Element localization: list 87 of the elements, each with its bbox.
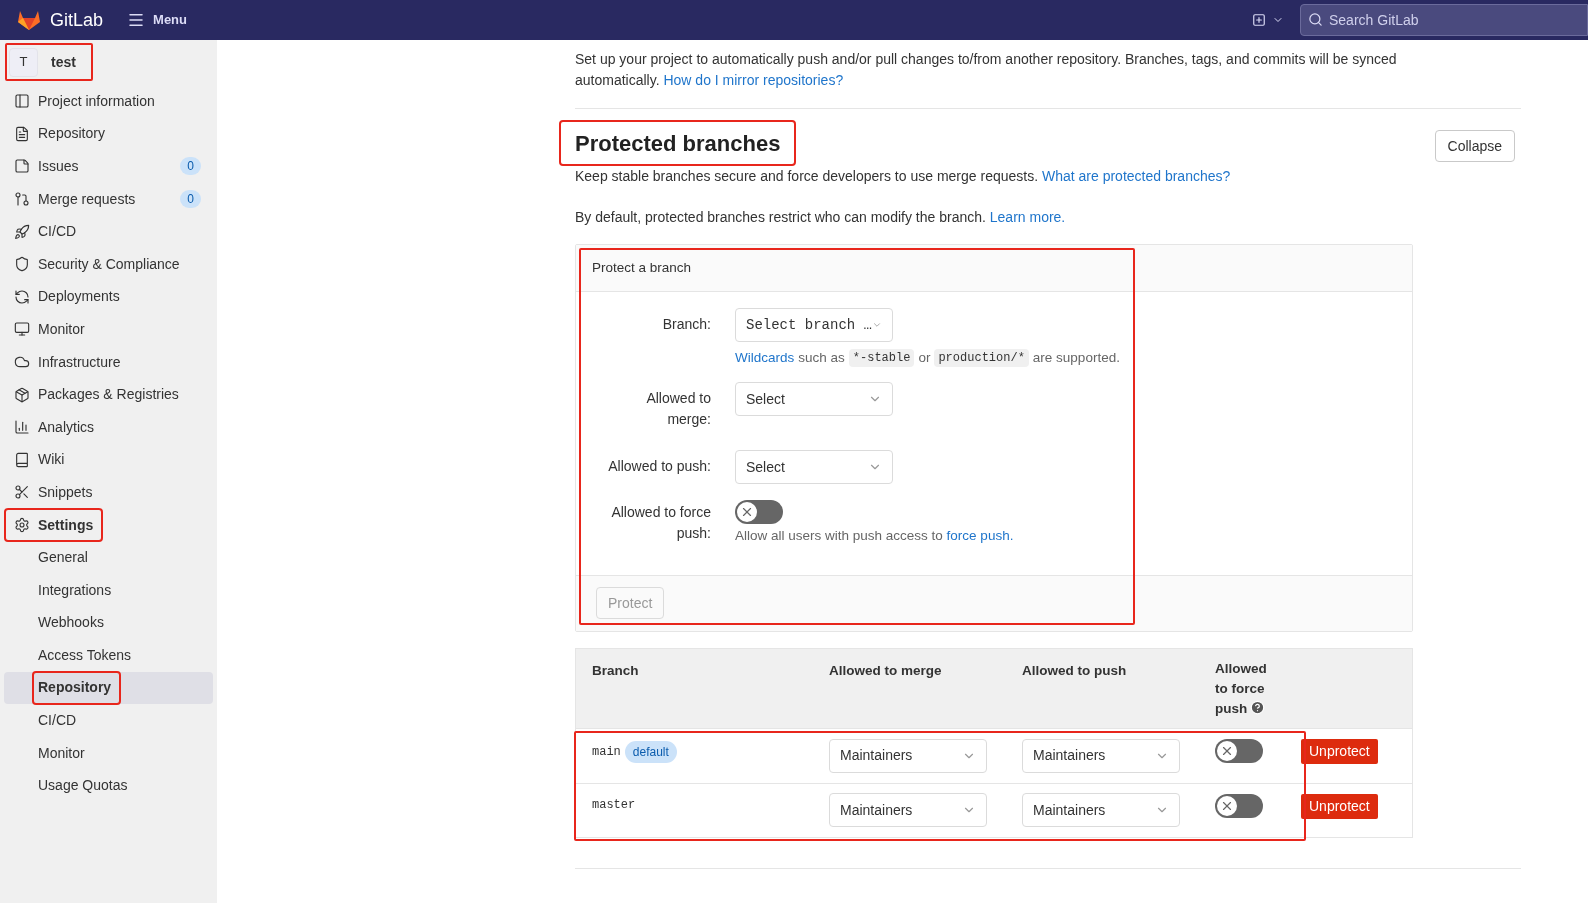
sidebar-item[interactable]: Repository [6,118,113,149]
field-label: Branch: [661,315,711,334]
count-badge: 0 [180,190,201,209]
search-field[interactable]: Search GitLab [1300,4,1588,36]
code-snippet: *-stable [848,349,915,368]
description-text: Set up your project to automatically push and/or pull changes to/from another repository. Branches, tags, and commits will be synced automatically. How do I mirror repositories? [575,50,1398,90]
help-link[interactable]: Learn more. [989,209,1066,225]
sidebar-item[interactable]: Monitor [6,314,93,345]
select-dropdown[interactable]: Maintainers [1022,793,1180,827]
default-badge: default [624,740,677,763]
branch-name: main [592,743,621,761]
toggle-switch[interactable] [735,500,783,525]
help-text: are supported. [1032,349,1120,367]
brand-name[interactable]: GitLab [50,6,104,34]
help-link[interactable]: What are protected branches? [1041,168,1231,184]
sidebar-item[interactable]: Issues [6,151,87,182]
nav-icon [14,386,30,403]
select-dropdown[interactable]: Maintainers [829,793,987,827]
column-header: Allowed to force push [1215,659,1268,718]
note-text: By default, protected branches restrict who can modify the branch. Learn more. [575,208,1067,227]
sidebar-item[interactable]: Packages & Registries [6,379,187,410]
help-icon[interactable] [1250,700,1266,716]
sidebar-item[interactable]: Deployments [6,281,128,312]
field-label: Allowed to merge: [645,389,711,430]
column-header: Allowed to push [1022,661,1128,680]
project-avatar: T [9,47,38,77]
section-title: Protected branches [561,122,795,164]
select-dropdown[interactable]: Select branch … [735,308,893,342]
count-badge: 0 [180,157,201,176]
nav-icon [14,223,30,240]
sidebar-item[interactable]: Merge requests [6,184,144,215]
select-dropdown[interactable]: Select [735,382,893,417]
wildcards-link[interactable]: Wildcards [735,348,795,369]
nav-icon [14,158,30,175]
field-label: Allowed to push: [607,457,711,477]
nav-icon [14,256,30,273]
help-text: such as [798,349,845,367]
fox-logo-icon[interactable] [17,9,41,31]
sidebar-item[interactable]: Wiki [6,444,73,475]
column-header: Allowed to merge [829,661,943,680]
sidebar-item[interactable]: Access Tokens [34,640,140,671]
branch-name: master [592,796,636,814]
sidebar-item[interactable]: Project information [6,86,163,117]
nav-icon [14,288,30,305]
select-dropdown[interactable]: Maintainers [1022,738,1180,773]
new-item-button[interactable] [1252,13,1284,27]
sidebar-item[interactable]: Integrations [34,575,120,606]
field-label: Allowed to force push: [610,503,711,544]
sidebar-item[interactable]: General [34,542,96,573]
nav-icon [14,451,30,468]
menu-icon [127,11,146,29]
sidebar-item[interactable]: Webhooks [34,607,112,638]
code-snippet: production/* [934,349,1029,368]
nav-icon [14,321,30,338]
nav-icon [14,484,30,501]
menu-button[interactable]: Menu [127,10,187,30]
force-push-link[interactable]: force push. [946,528,1014,544]
help-text: Allow all users with push access to [735,528,943,544]
sidebar-item[interactable]: Usage Quotas [34,770,136,801]
toggle-switch[interactable] [1215,738,1263,763]
nav-icon [14,93,30,110]
project-header[interactable]: T test [5,43,93,81]
select-dropdown[interactable]: Select [735,450,893,485]
description-text: Keep stable branches secure and force developers to use merge requests. What are protected branches? [575,167,1232,186]
sidebar-item[interactable]: CI/CD [6,216,85,247]
nav-icon [14,419,30,436]
sidebar-item[interactable]: CI/CD [34,705,85,736]
collapse-button[interactable]: Collapse [1434,130,1515,162]
card-title: Protect a branch [592,258,692,277]
sidebar-item[interactable]: Monitor [34,738,93,769]
sidebar-item[interactable]: Infrastructure [6,347,129,378]
sidebar-item[interactable]: Snippets [6,477,101,508]
nav-icon [14,517,30,533]
help-text: or [918,349,931,367]
column-header: Branch [591,661,640,680]
sidebar-item[interactable]: Settings [6,510,102,540]
toggle-switch[interactable] [1215,793,1263,818]
select-dropdown[interactable]: Maintainers [829,738,987,773]
unprotect-button[interactable]: Unprotect [1301,793,1378,819]
nav-icon [14,191,30,208]
search-icon [1308,12,1323,27]
plus-icon [1252,13,1266,27]
nav-icon [14,125,30,142]
help-link[interactable]: How do I mirror repositories? [663,72,844,88]
sidebar-item[interactable]: Security & Compliance [6,249,188,280]
sidebar-item[interactable]: Analytics [6,412,103,443]
unprotect-button[interactable]: Unprotect [1301,738,1378,764]
